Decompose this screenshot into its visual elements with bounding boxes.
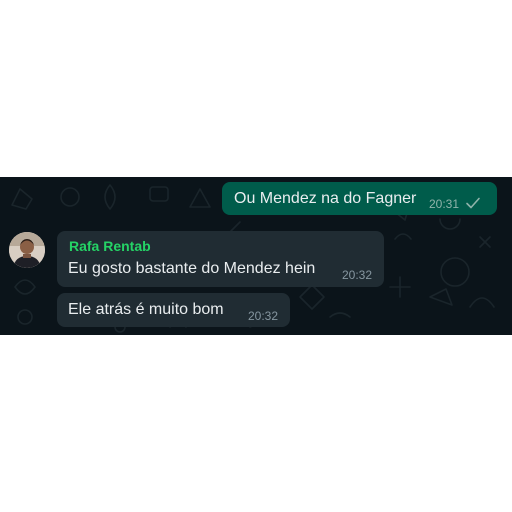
avatar-image [9, 232, 45, 268]
chat-area[interactable]: Ou Mendez na do Fagner 20:31 Rafa Rentab… [0, 177, 512, 335]
sender-avatar[interactable] [9, 232, 45, 268]
message-timestamp: 20:32 [342, 268, 373, 282]
single-check-icon [466, 197, 480, 209]
message-timestamp: 20:31 [429, 197, 460, 211]
outgoing-message-bubble[interactable]: Ou Mendez na do Fagner 20:31 [222, 182, 497, 215]
sender-name[interactable]: Rafa Rentab [69, 238, 151, 254]
message-text: Ele atrás é muito bom [68, 301, 224, 318]
incoming-message-bubble[interactable]: Rafa Rentab Eu gosto bastante do Mendez … [57, 231, 384, 287]
message-text: Eu gosto bastante do Mendez hein [68, 260, 316, 277]
message-timestamp: 20:32 [248, 309, 279, 323]
message-text: Ou Mendez na do Fagner [234, 190, 417, 207]
incoming-message-bubble[interactable]: Ele atrás é muito bom 20:32 [57, 293, 290, 327]
